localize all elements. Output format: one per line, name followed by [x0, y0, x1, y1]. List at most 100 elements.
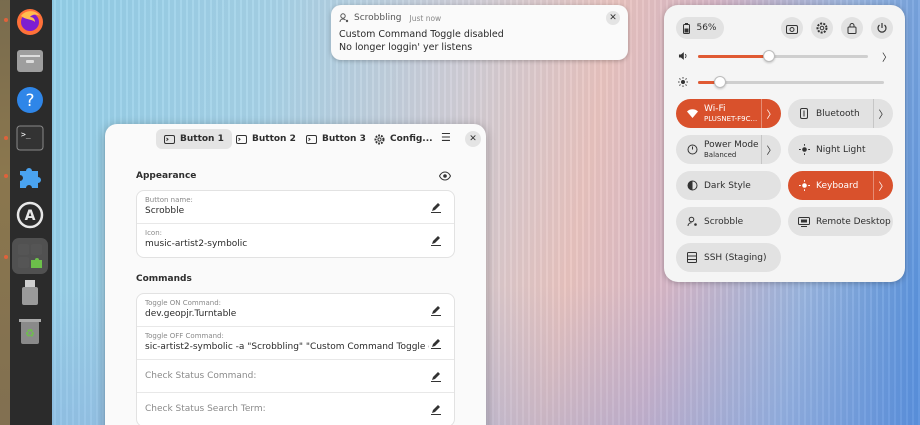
usb-drive-icon[interactable]	[14, 277, 46, 309]
edit-icon[interactable]	[430, 201, 442, 213]
scrobble-label: Scrobble	[704, 216, 744, 227]
window-close-button[interactable]: ✕	[465, 131, 481, 147]
extensions-icon[interactable]	[14, 160, 46, 192]
notification-close-button[interactable]: ✕	[606, 11, 620, 25]
keyboard-menu-arrow[interactable]: 〉	[873, 171, 893, 200]
volume-slider-fill	[697, 54, 770, 58]
preferences-window: Button 1 Button 2 Button 3 Config... ☰ ✕…	[105, 124, 486, 425]
firefox-icon[interactable]	[14, 6, 46, 38]
dark-style-toggle[interactable]: Dark Style	[676, 171, 781, 200]
brightness-slider-knob[interactable]	[714, 75, 727, 88]
keyboard-toggle[interactable]: Keyboard 〉	[788, 171, 893, 200]
button-name-row[interactable]: Button name: Scrobble	[137, 191, 454, 224]
power-icon	[877, 23, 887, 33]
button-name-value[interactable]: Scrobble	[145, 205, 429, 218]
icon-row[interactable]: Icon: music-artist2-symbolic	[137, 224, 454, 257]
notification-time: Just now	[409, 13, 442, 23]
settings-button[interactable]	[811, 17, 833, 39]
check-status-command-row[interactable]: Check Status Command:	[137, 360, 454, 393]
battery-button[interactable]: 56%	[676, 17, 724, 39]
battery-icon	[683, 22, 691, 34]
keyboard-brightness-icon	[798, 180, 810, 191]
dock-edge	[0, 0, 10, 425]
night-light-icon	[798, 144, 810, 155]
toggle-on-command-row[interactable]: Toggle ON Command: dev.geopjr.Turntable	[137, 294, 454, 327]
lock-button[interactable]	[841, 17, 863, 39]
edit-icon[interactable]	[430, 370, 442, 382]
power-mode-label: Power Mode	[704, 139, 759, 150]
tab-button-2[interactable]: Button 2	[228, 129, 304, 149]
screenshot-icon	[786, 24, 798, 34]
eye-icon[interactable]	[439, 171, 451, 181]
toggle-off-command-value[interactable]: sic-artist2-symbolic -a "Scrobbling" "Cu…	[145, 341, 429, 354]
terminal-icon[interactable]: >_	[14, 122, 46, 154]
check-status-command-placeholder[interactable]: Check Status Command:	[145, 365, 454, 388]
music-artist-icon	[687, 216, 697, 227]
notification-title: Custom Command Toggle disabled	[339, 29, 504, 40]
files-icon[interactable]	[14, 45, 46, 77]
edit-icon[interactable]	[430, 403, 442, 415]
edit-icon[interactable]	[430, 304, 442, 316]
tab-button-3[interactable]: Button 3	[298, 129, 374, 149]
tab-config[interactable]: Config...	[366, 129, 441, 149]
dock: ? >_ A ♻	[0, 0, 52, 425]
power-button[interactable]	[871, 17, 893, 39]
night-light-label: Night Light	[816, 144, 866, 155]
terminal-icon	[164, 134, 175, 144]
toggle-on-command-value[interactable]: dev.geopjr.Turntable	[145, 308, 429, 321]
bluetooth-toggle[interactable]: Bluetooth 〉	[788, 99, 893, 128]
wifi-toggle[interactable]: Wi-Fi PLUSNET-F9C... 〉	[676, 99, 781, 128]
toggle-off-command-row[interactable]: Toggle OFF Command: sic-artist2-symbolic…	[137, 327, 454, 360]
tab-button-3-label: Button 3	[322, 134, 366, 144]
appearance-list: Button name: Scrobble Icon: music-artist…	[136, 190, 455, 258]
ssh-staging-toggle[interactable]: SSH (Staging)	[676, 243, 781, 272]
scrobble-toggle[interactable]: Scrobble	[676, 207, 781, 236]
volume-slider[interactable]	[697, 49, 868, 62]
wifi-network-name: PLUSNET-F9C...	[704, 114, 758, 123]
lock-icon	[847, 23, 857, 34]
speaker-icon	[678, 52, 687, 60]
svg-text:♻: ♻	[25, 327, 35, 340]
running-indicator	[4, 255, 8, 259]
volume-slider-row: 〉	[678, 49, 892, 64]
tab-button-1[interactable]: Button 1	[156, 129, 232, 149]
icon-value[interactable]: music-artist2-symbolic	[145, 238, 429, 251]
button-name-label: Button name:	[145, 196, 193, 204]
icon-label: Icon:	[145, 229, 162, 237]
extension-manager-icon[interactable]	[12, 238, 48, 274]
window-headerbar: Button 1 Button 2 Button 3 Config... ☰ ✕	[105, 124, 486, 154]
app-center-icon[interactable]: A	[14, 199, 46, 231]
power-mode-value: Balanced	[704, 150, 737, 159]
power-mode-toggle[interactable]: Power Mode Balanced 〉	[676, 135, 781, 164]
notification-app-name: Scrobbling	[354, 13, 402, 23]
check-status-search-term-placeholder[interactable]: Check Status Search Term:	[145, 398, 454, 421]
edit-icon[interactable]	[430, 337, 442, 349]
svg-text:A: A	[25, 208, 36, 224]
check-status-search-term-row[interactable]: Check Status Search Term:	[137, 393, 454, 425]
night-light-toggle[interactable]: Night Light	[788, 135, 893, 164]
volume-output-arrow[interactable]: 〉	[882, 49, 892, 64]
remote-desktop-toggle[interactable]: Remote Desktop	[788, 207, 893, 236]
keyboard-label: Keyboard	[816, 180, 859, 191]
running-indicator	[4, 174, 8, 178]
bluetooth-menu-arrow[interactable]: 〉	[873, 99, 893, 128]
dark-style-label: Dark Style	[704, 180, 751, 191]
help-icon[interactable]: ?	[14, 84, 46, 116]
edit-icon[interactable]	[430, 234, 442, 246]
running-indicator	[4, 18, 8, 22]
dark-style-icon	[687, 180, 697, 191]
svg-text:?: ?	[25, 91, 34, 111]
brightness-slider[interactable]	[698, 75, 884, 88]
main-menu-button[interactable]: ☰	[441, 131, 451, 144]
commands-heading: Commands	[136, 274, 192, 284]
gear-icon	[816, 22, 828, 34]
screenshot-button[interactable]	[781, 17, 803, 39]
ssh-staging-label: SSH (Staging)	[704, 252, 767, 263]
notification-banner[interactable]: Scrobbling Just now ✕ Custom Command Tog…	[331, 5, 628, 60]
volume-slider-knob[interactable]	[763, 49, 776, 62]
brightness-icon	[678, 77, 688, 87]
server-icon	[687, 252, 697, 263]
trash-icon[interactable]: ♻	[14, 315, 46, 347]
power-mode-menu-arrow[interactable]: 〉	[761, 135, 781, 164]
wifi-menu-arrow[interactable]: 〉	[761, 99, 781, 128]
